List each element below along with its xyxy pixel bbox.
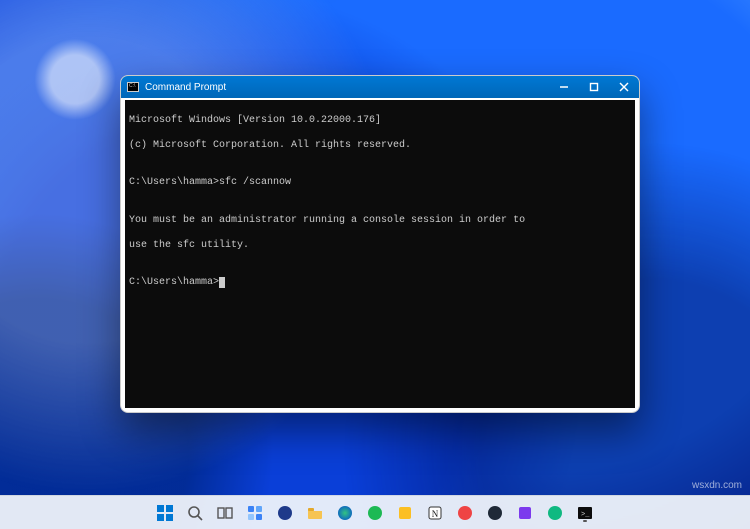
file-explorer-icon[interactable] [303,501,327,525]
window-title: Command Prompt [145,82,549,93]
taskbar: N >_ [0,495,750,529]
console-line: C:\Users\hamma>sfc /scannow [129,177,631,190]
edge-icon[interactable] [333,501,357,525]
console-line: Microsoft Windows [Version 10.0.22000.17… [129,115,631,128]
taskbar-app-red[interactable] [453,501,477,525]
desktop: Command Prompt Microsoft Windows [Versio… [0,0,750,529]
start-button[interactable] [153,501,177,525]
taskbar-app-1[interactable] [273,501,297,525]
svg-text:N: N [432,509,439,519]
console-output[interactable]: Microsoft Windows [Version 10.0.22000.17… [125,100,635,408]
cmd-icon [127,82,139,92]
text-cursor [219,277,225,288]
widgets-button[interactable] [243,501,267,525]
taskbar-app-purple[interactable] [513,501,537,525]
taskbar-app-green2[interactable] [543,501,567,525]
command-prompt-taskbar-icon[interactable]: >_ [573,501,597,525]
console-line: You must be an administrator running a c… [129,215,631,228]
search-button[interactable] [183,501,207,525]
taskbar-app-notion[interactable]: N [423,501,447,525]
svg-text:>_: >_ [581,511,590,519]
console-line: C:\Users\hamma> [129,277,631,290]
command-prompt-window: Command Prompt Microsoft Windows [Versio… [120,75,640,413]
titlebar[interactable]: Command Prompt [121,76,639,98]
maximize-button[interactable] [579,76,609,98]
console-line: (c) Microsoft Corporation. All rights re… [129,140,631,153]
taskbar-app-yellow[interactable] [393,501,417,525]
minimize-button[interactable] [549,76,579,98]
console-line: use the sfc utility. [129,240,631,253]
watermark-text: wsxdn.com [692,480,742,491]
close-button[interactable] [609,76,639,98]
taskbar-app-spotify[interactable] [363,501,387,525]
task-view-button[interactable] [213,501,237,525]
taskbar-app-dark[interactable] [483,501,507,525]
